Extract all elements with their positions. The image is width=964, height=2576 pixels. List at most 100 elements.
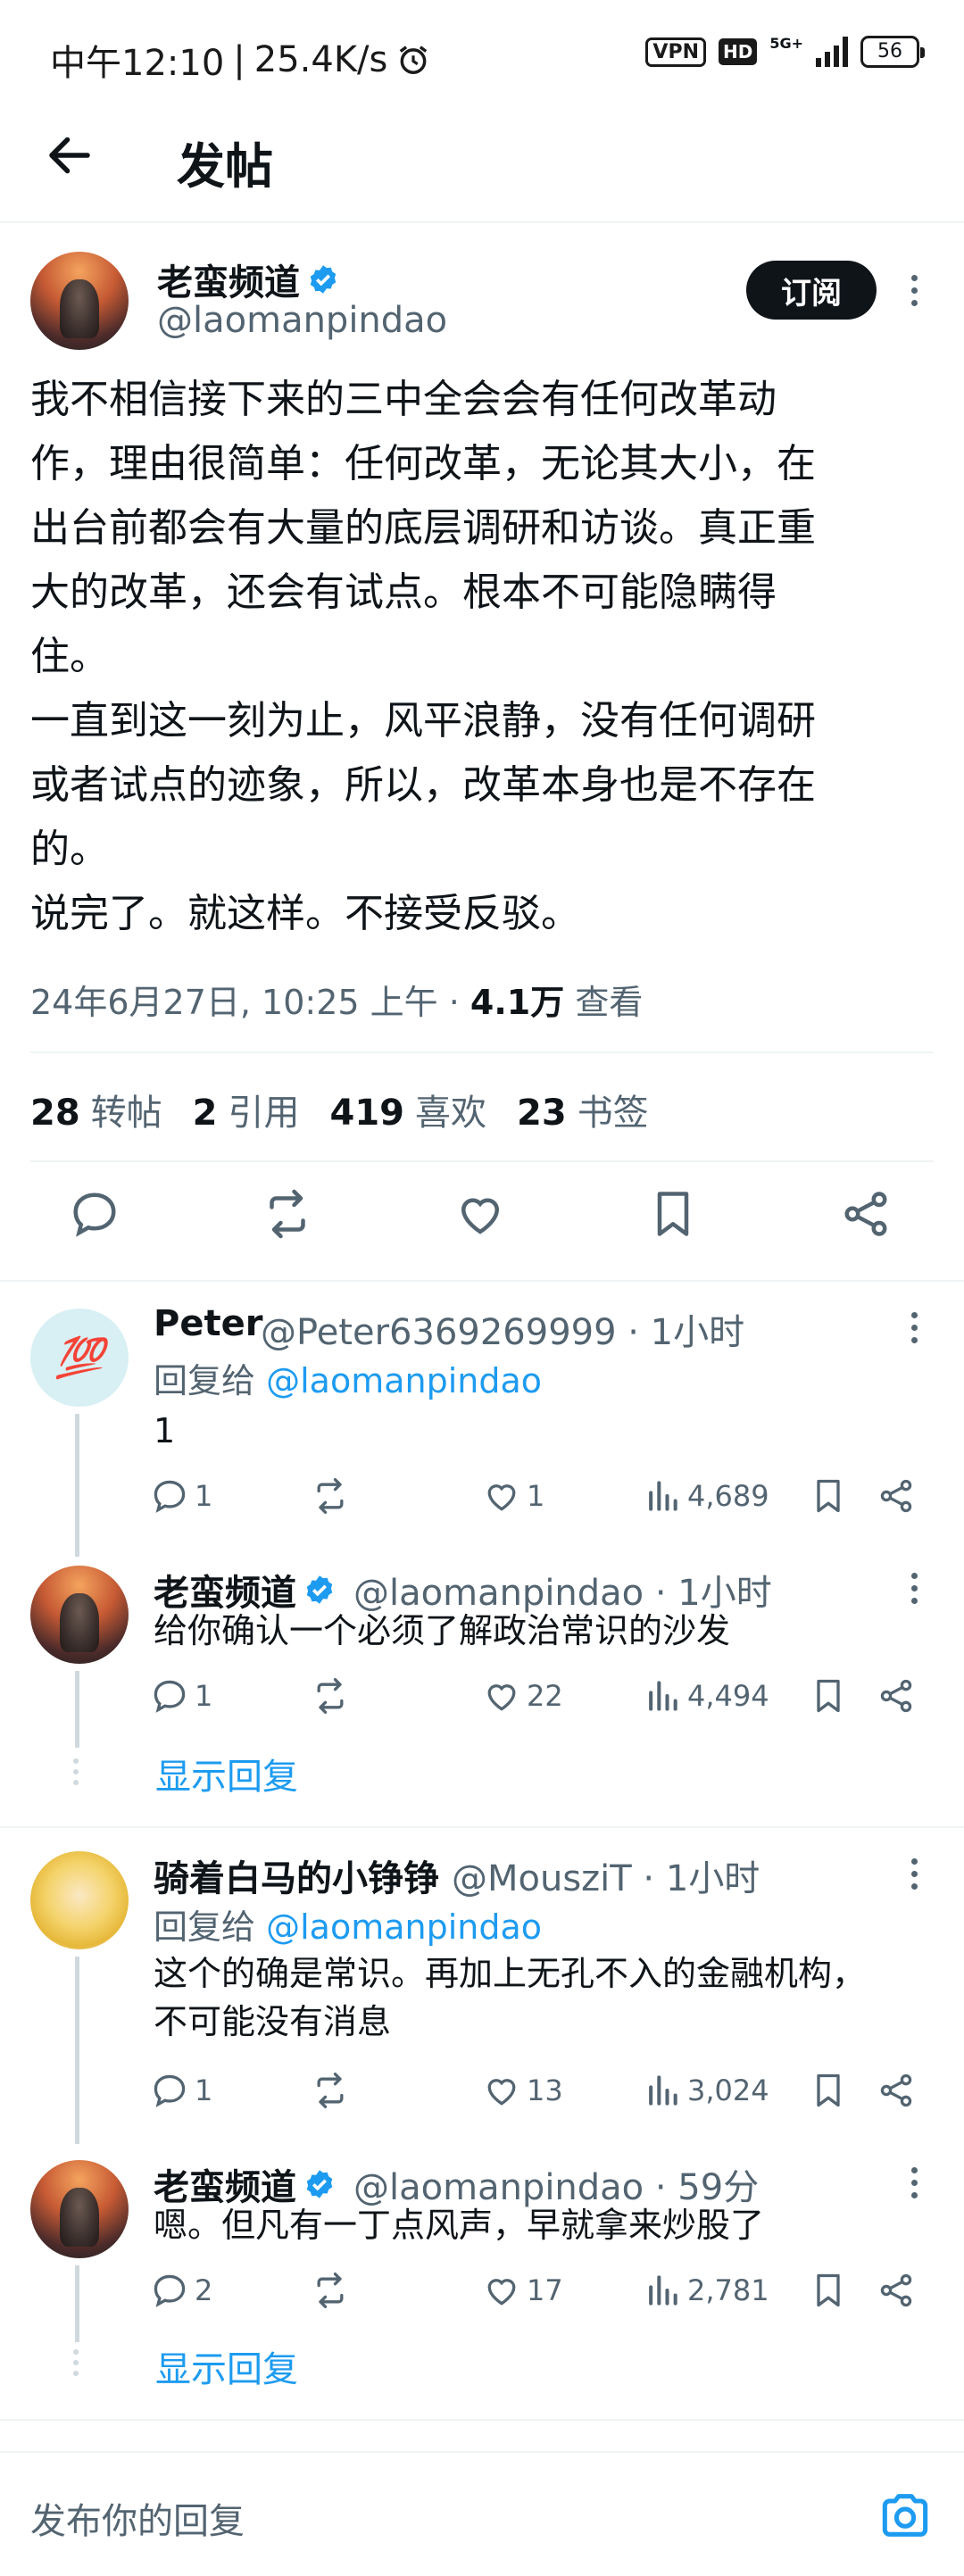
views-count: 4,689 (687, 1479, 769, 1513)
stat-label: 书签 (577, 1093, 649, 1134)
reply-to: 回复给 @laomanpindao (154, 1353, 542, 1402)
stat-reposts[interactable]: 28 转帖 (30, 1084, 162, 1135)
camera-icon[interactable] (877, 2487, 934, 2544)
more-icon[interactable] (905, 1312, 923, 1343)
bookmark-button[interactable] (809, 2271, 848, 2310)
network-type: 5G+ (769, 34, 803, 52)
share-button[interactable] (877, 1476, 916, 1516)
share-button[interactable] (877, 2271, 916, 2310)
status-separator: | (233, 39, 245, 80)
subscribe-button[interactable]: 订阅 (746, 261, 877, 320)
like-button[interactable]: 17 (482, 2271, 563, 2310)
thread-dots (73, 1758, 79, 1785)
like-icon[interactable] (453, 1187, 507, 1241)
bookmark-icon (817, 1679, 840, 1713)
reply-icon[interactable] (68, 1187, 121, 1241)
battery-icon: 56 (860, 36, 925, 68)
views-button[interactable]: 2,781 (643, 2271, 769, 2310)
stat-label: 转帖 (90, 1093, 162, 1134)
reply-icon (154, 1480, 186, 1513)
reply-author-name[interactable]: 骑着白马的小铮铮 (154, 1849, 439, 1901)
views-label[interactable]: 查看 (575, 983, 643, 1022)
more-icon[interactable] (905, 275, 923, 306)
stat-bookmarks[interactable]: 23 书签 (517, 1084, 649, 1135)
post-meta: 24年6月27日, 10:25 上午 · 4.1万 查看 (30, 975, 643, 1024)
reply-actions: 1 1 4,689 (150, 1476, 935, 1523)
reply-to-mention[interactable]: @laomanpindao (266, 1907, 542, 1947)
bookmark-button[interactable] (809, 1676, 848, 1716)
reply-button[interactable]: 1 (150, 2071, 212, 2110)
repost-button[interactable] (311, 2271, 350, 2310)
more-icon[interactable] (905, 2167, 923, 2198)
bookmark-icon (817, 2073, 840, 2107)
thread-line (75, 2265, 79, 2342)
share-button[interactable] (877, 2071, 916, 2110)
repost-icon (317, 1478, 344, 1514)
reply-count: 1 (195, 1479, 213, 1513)
back-arrow-icon[interactable] (43, 129, 96, 182)
reply-count: 2 (195, 2273, 213, 2307)
like-button[interactable]: 1 (482, 1476, 544, 1516)
reply-avatar[interactable] (30, 1566, 129, 1664)
divider (30, 1051, 934, 1053)
verified-badge-icon (310, 265, 337, 294)
alarm-icon (400, 46, 428, 74)
post-timestamp: 24年6月27日, 10:25 上午 · (30, 983, 460, 1022)
stat-label: 喜欢 (415, 1093, 487, 1134)
views-button[interactable]: 4,494 (643, 1676, 769, 1716)
repost-button[interactable] (311, 1676, 350, 1716)
views-button[interactable]: 4,689 (643, 1476, 769, 1516)
reply-button[interactable]: 2 (150, 2271, 212, 2310)
reply-to-label: 回复给 (154, 1361, 256, 1400)
vpn-icon: VPN (645, 37, 706, 67)
status-time: 中午12:10 (50, 43, 225, 84)
reply-text: 1 (154, 1411, 176, 1450)
like-icon (487, 1484, 516, 1511)
share-button[interactable] (877, 1676, 916, 1716)
hd-icon: HD (718, 38, 758, 65)
bookmark-icon (817, 2273, 840, 2307)
bookmark-button[interactable] (809, 2071, 848, 2110)
bookmark-button[interactable] (809, 1476, 848, 1516)
reply-to-label: 回复给 (154, 1907, 256, 1947)
like-button[interactable]: 13 (482, 2071, 563, 2110)
author-handle[interactable]: @laomanpindao (157, 300, 447, 341)
stat-likes[interactable]: 419 喜欢 (330, 1084, 487, 1135)
divider (0, 2419, 964, 2421)
like-icon (487, 2079, 516, 2106)
reply-author-name[interactable]: Peter (154, 1303, 262, 1344)
reply-input[interactable]: 发布你的回复 (30, 2492, 245, 2544)
more-icon[interactable] (905, 1858, 923, 1890)
status-bar: 中午12:10 | 25.4K/s VPN HD 5G+ 56 (0, 0, 964, 107)
stat-count: 2 (192, 1093, 218, 1134)
show-replies-link[interactable]: 显示回复 (155, 1748, 298, 1799)
stat-quotes[interactable]: 2 引用 (193, 1084, 300, 1135)
reply-button[interactable]: 1 (150, 1676, 212, 1716)
stat-count: 419 (329, 1093, 405, 1134)
views-button[interactable]: 3,024 (643, 2071, 769, 2110)
reply-avatar[interactable] (30, 2160, 129, 2258)
bookmark-icon[interactable] (646, 1187, 700, 1241)
reply-avatar[interactable]: 💯 (30, 1309, 129, 1407)
more-icon[interactable] (905, 1573, 923, 1604)
show-replies-link[interactable]: 显示回复 (155, 2340, 298, 2392)
signal-icon (816, 37, 848, 67)
repost-icon[interactable] (261, 1187, 314, 1241)
views-count: 2,781 (687, 2273, 769, 2307)
repost-button[interactable] (311, 1476, 350, 1516)
reply-to-mention[interactable]: @laomanpindao (266, 1361, 542, 1400)
like-button[interactable]: 22 (482, 1676, 563, 1716)
repost-button[interactable] (311, 2071, 350, 2110)
reply-text: 给你确认一个必须了解政治常识的沙发 (154, 1611, 731, 1650)
author-name[interactable]: 老蛮频道 (157, 253, 339, 305)
views-count: 4.1万 (470, 983, 565, 1022)
reply-avatar[interactable] (30, 1851, 129, 1949)
author-avatar[interactable] (30, 252, 129, 350)
reply-button[interactable]: 1 (150, 1476, 212, 1516)
like-count: 1 (527, 1479, 545, 1513)
post-text: 我不相信接下来的三中全会会有任何改革动 作，理由很简单：任何改革，无论其大小，在… (30, 377, 816, 936)
verified-badge-icon (306, 2170, 333, 2198)
share-icon (880, 2073, 912, 2107)
share-icon[interactable] (839, 1187, 893, 1241)
stat-label: 引用 (228, 1093, 300, 1134)
